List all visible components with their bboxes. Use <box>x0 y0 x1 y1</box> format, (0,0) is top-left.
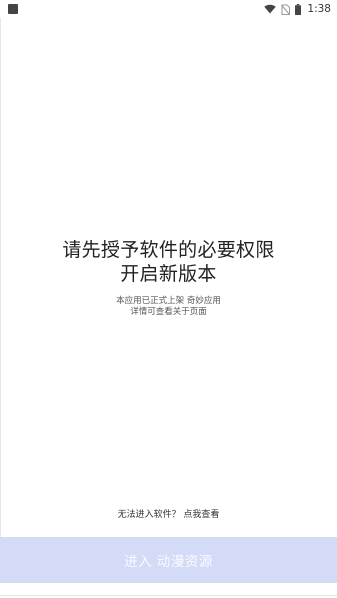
wifi-icon <box>264 4 277 14</box>
page-subtitle: 开启新版本 <box>120 263 217 285</box>
bottom-divider <box>0 595 337 596</box>
status-time: 1:38 <box>307 3 331 15</box>
description-line: 本应用已正式上架 奇妙应用 <box>116 296 221 306</box>
description-line: 详情可查看关于页面 <box>130 307 207 317</box>
help-link[interactable]: 无法进入软件？ 点我查看 <box>0 509 337 521</box>
page-title: 请先授予软件的必要权限 <box>62 239 275 261</box>
no-sim-icon <box>281 4 291 15</box>
enter-button[interactable]: 进入 动漫资源 <box>0 537 337 583</box>
status-left <box>8 4 18 14</box>
screen: 1:38 请先授予软件的必要权限 开启新版本 本应用已正式上架 奇妙应用 详情可… <box>0 0 337 598</box>
description: 本应用已正式上架 奇妙应用 详情可查看关于页面 <box>0 296 337 318</box>
app-notification-icon <box>8 4 18 14</box>
battery-icon <box>295 3 302 15</box>
status-right: 1:38 <box>264 3 331 15</box>
enter-button-label: 进入 动漫资源 <box>124 554 213 570</box>
title-block: 请先授予软件的必要权限 开启新版本 <box>0 238 337 286</box>
status-bar: 1:38 <box>0 0 337 18</box>
